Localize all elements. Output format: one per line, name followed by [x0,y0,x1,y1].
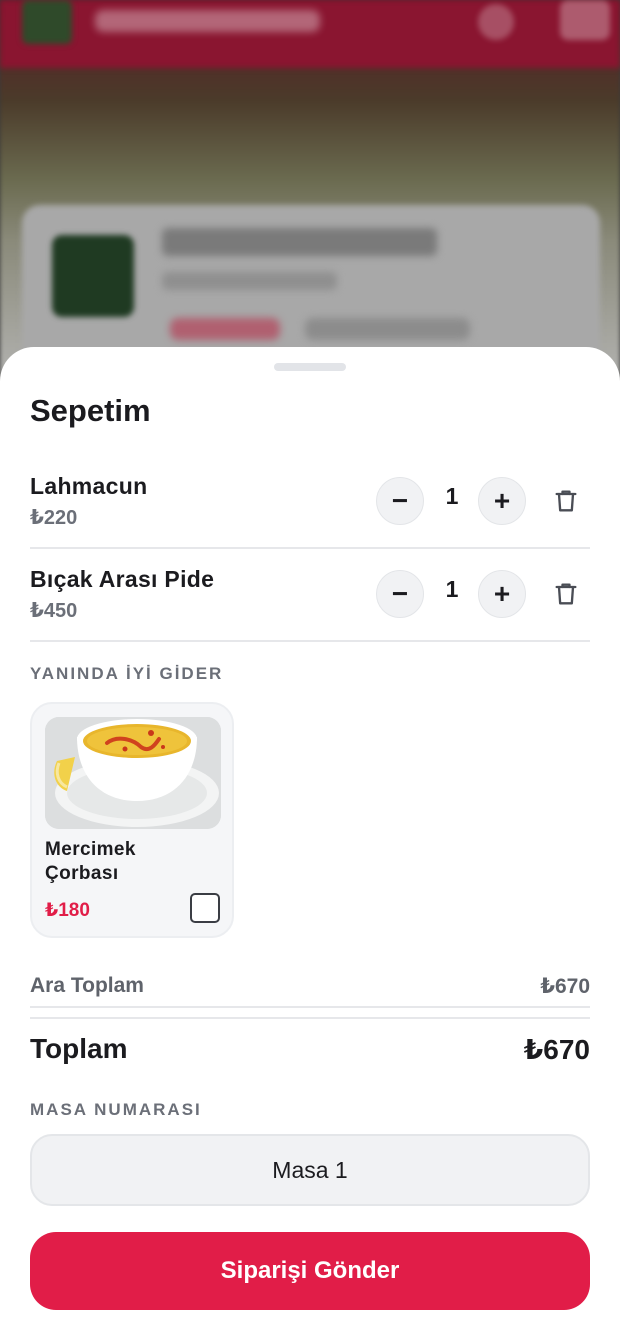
increase-quantity-button[interactable]: + [478,477,526,525]
divider [30,1017,590,1019]
suggestions-label: YANINDA İYİ GİDER [30,664,224,683]
restaurant-logo [22,0,72,44]
quantity-value: 1 [445,483,459,509]
cart-item-price: ₺450 [30,600,78,622]
restaurant-card-logo [52,235,134,317]
decrease-quantity-button[interactable]: − [376,477,424,525]
subtotal-row: Ara Toplam ₺670 [30,964,590,1008]
suggestion-checkbox[interactable] [190,893,220,923]
cart-item-price: ₺220 [30,507,78,529]
cart-item: Bıçak Arası Pide ₺450 − 1 + [30,548,590,642]
trash-icon[interactable] [552,580,580,608]
decrease-quantity-button[interactable]: − [376,570,424,618]
restaurant-subtitle [162,272,337,290]
header-title [95,10,320,32]
suggestion-price: ₺180 [45,900,90,921]
subtotal-label: Ara Toplam [30,974,144,997]
submit-order-button[interactable]: Siparişi Gönder [30,1232,590,1310]
suggestion-card[interactable]: Mercimek Çorbası ₺180 [30,702,234,938]
increase-quantity-button[interactable]: + [478,570,526,618]
background-page [0,0,620,400]
cart-sheet: Sepetim Lahmacun ₺220 − 1 + Bıçak Arası … [0,347,620,1342]
trash-icon[interactable] [552,487,580,515]
cart-item: Lahmacun ₺220 − 1 + [30,455,590,549]
header-icon [560,0,610,40]
table-number-label: MASA NUMARASI [30,1100,202,1119]
restaurant-meta [305,318,470,340]
suggestion-name: Mercimek Çorbası [45,839,136,884]
header-icon [478,4,514,40]
restaurant-badge [170,318,280,340]
table-number-input[interactable] [30,1134,590,1206]
cart-item-name: Bıçak Arası Pide [30,566,215,592]
lentil-soup-image [45,717,221,829]
total-value: ₺670 [523,1034,590,1065]
cart-title: Sepetim [30,393,151,428]
subtotal-value: ₺670 [540,975,590,998]
total-label: Toplam [30,1033,128,1064]
restaurant-name [162,228,437,256]
cart-item-name: Lahmacun [30,473,148,499]
sheet-drag-handle[interactable] [274,363,346,371]
quantity-value: 1 [445,576,459,602]
